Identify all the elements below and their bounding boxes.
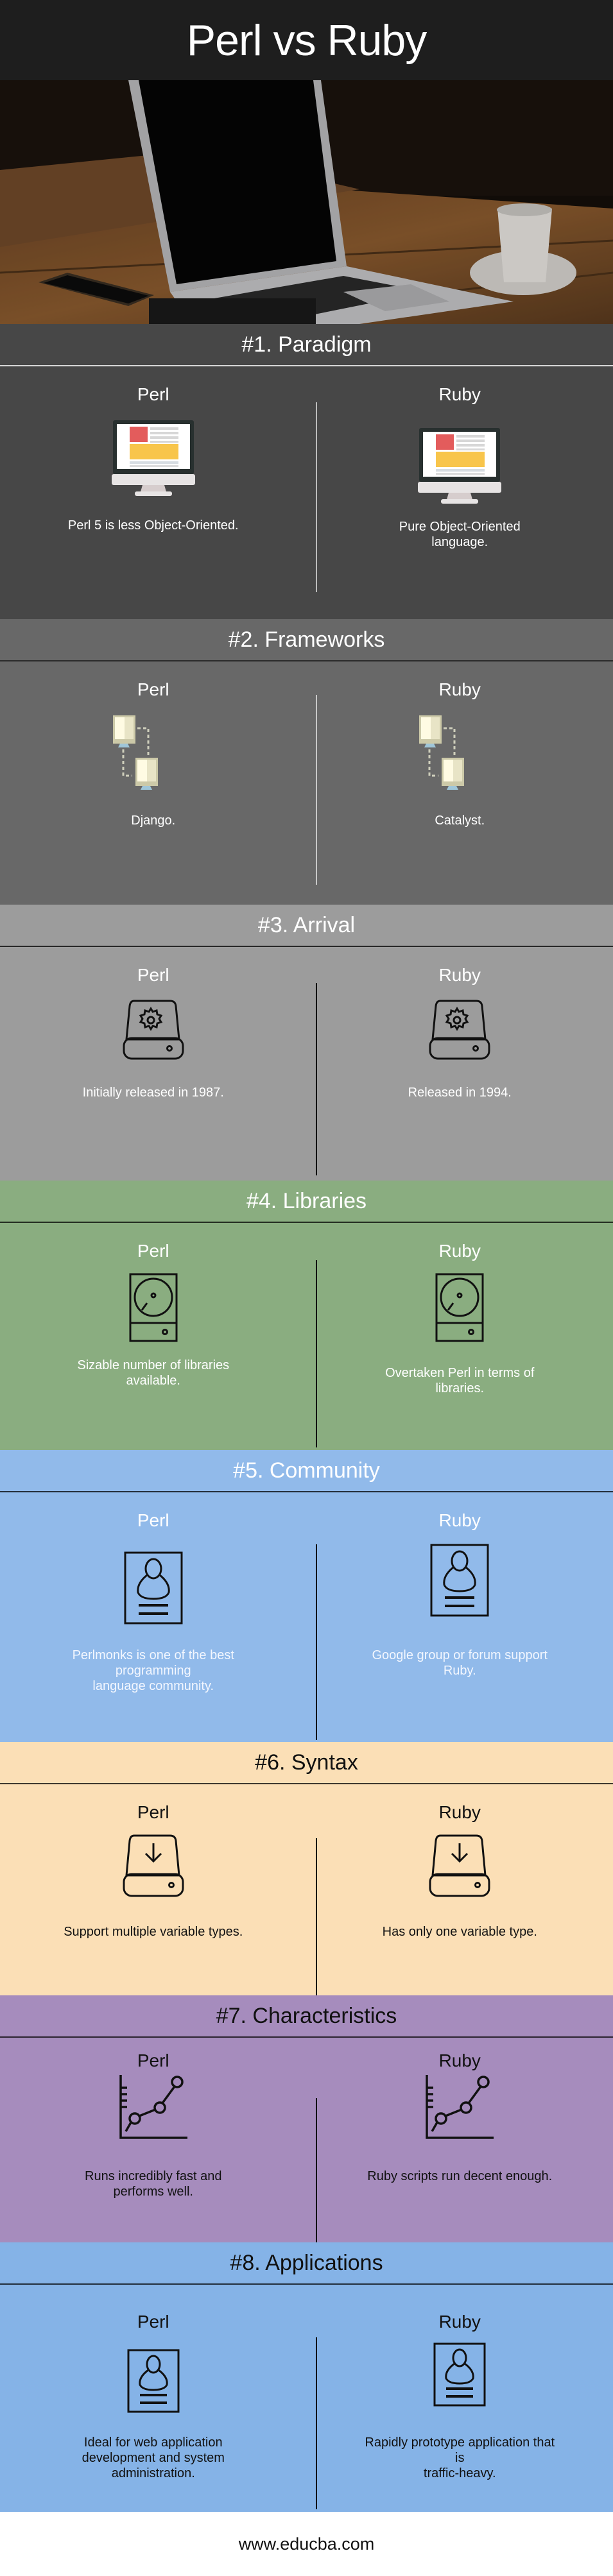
ruby-description: Has only one variable type. [357,1924,563,1940]
hard-disk-icon [434,1273,485,1343]
section-community: #5. Community Perl Perlmonks is one of t… [0,1450,613,1742]
section-title: #8. Applications [0,2242,613,2285]
perl-column: Perl Support multiple variable types. [0,1784,307,1940]
perl-column: Perl Runs incredibly fast and performs w… [0,2038,307,2199]
hero-image [0,80,613,324]
column-label: Ruby [439,679,481,700]
section-frameworks: #2. Frameworks Perl [0,619,613,905]
column-label: Perl [137,1241,169,1261]
perl-column: Perl Initially released in 1987. [0,947,307,1100]
user-profile-card-icon [430,1544,489,1617]
ruby-description: Released in 1994. [383,1085,537,1100]
laptop-photo-illustration [0,80,613,324]
column-label: Perl [137,1802,169,1823]
user-profile-card-icon [433,2342,486,2407]
column-label: Perl [137,965,169,985]
perl-description: Support multiple variable types. [38,1924,268,1940]
ruby-description: Catalyst. [409,813,510,828]
ruby-description: Google group or forum support Ruby. [347,1648,574,1678]
column-label: Ruby [439,1510,481,1531]
perl-description: Sizable number of libraries available. [51,1358,255,1388]
perl-description: Runs incredibly fast and performs well. [59,2169,247,2199]
desktop-monitor-icon [112,419,195,496]
ruby-column: Ruby Overtaken Perl in terms of librarie… [307,1223,613,1396]
ruby-column: Ruby Pure Object-Or [307,366,613,550]
column-label: Ruby [439,965,481,985]
drive-download-icon [427,1834,492,1898]
network-computers-icon [112,714,195,791]
column-label: Perl [137,2312,169,2332]
section-arrival: #3. Arrival Perl Initially released in 1… [0,905,613,1181]
network-computers-icon [418,714,501,791]
ruby-column: Ruby Has only one variable type. [307,1784,613,1940]
column-label: Ruby [439,384,481,405]
page-header: Perl vs Ruby [0,0,613,80]
perl-column: Perl Sizable number of libraries availab… [0,1223,307,1396]
section-title: #6. Syntax [0,1742,613,1784]
ruby-description: Overtaken Perl in terms of libraries. [359,1365,560,1396]
ruby-description: Pure Object-Oriented language. [374,519,546,550]
perl-column: Perl Ideal for web application developme… [0,2285,307,2481]
ruby-description: Rapidly prototype application that is tr… [339,2435,580,2481]
ruby-column: Ruby Released in 1994. [307,947,613,1100]
drive-download-icon [121,1834,186,1898]
footer: www.educba.com [0,2512,613,2576]
user-profile-card-icon [127,2349,180,2413]
section-title: #1. Paradigm [0,324,613,366]
perl-description: Initially released in 1987. [57,1085,250,1100]
section-title: #4. Libraries [0,1181,613,1223]
section-title: #7. Characteristics [0,1995,613,2038]
ruby-column: Ruby Rapidly prototype application that … [307,2285,613,2481]
column-label: Ruby [439,1802,481,1823]
footer-url[interactable]: www.educba.com [239,2534,375,2554]
ruby-description: Ruby scripts run decent enough. [341,2169,578,2184]
line-chart-icon [118,2074,189,2140]
column-label: Perl [137,2051,169,2071]
line-chart-icon [424,2074,495,2140]
section-title: #2. Frameworks [0,619,613,661]
section-syntax: #6. Syntax Perl Support multiple variabl… [0,1742,613,1995]
drive-gear-icon [121,1000,186,1061]
column-label: Perl [137,1510,169,1531]
desktop-monitor-icon [418,427,501,504]
perl-column: Perl Perlmonks is one of the best progra… [0,1492,307,1694]
drive-gear-icon [427,1000,492,1061]
hard-disk-icon [128,1273,179,1343]
column-label: Ruby [439,1241,481,1261]
section-paradigm: #1. Paradigm Perl [0,324,613,619]
section-title: #5. Community [0,1450,613,1492]
user-profile-card-icon [124,1551,183,1625]
column-label: Perl [137,679,169,700]
section-applications: #8. Applications Perl Ideal for web appl… [0,2242,613,2512]
section-libraries: #4. Libraries Perl Sizable number of lib… [0,1181,613,1450]
ruby-column: Ruby Google group or forum support Ruby. [307,1492,613,1694]
section-characteristics: #7. Characteristics Perl [0,1995,613,2242]
column-label: Perl [137,384,169,405]
perl-description: Perl 5 is less Object-Oriented. [42,518,264,533]
ruby-column: Ruby Catalyst. [307,661,613,828]
section-title: #3. Arrival [0,905,613,947]
perl-description: Ideal for web application development an… [56,2435,250,2481]
perl-column: Perl Perl 5 is less [0,366,307,550]
page-title: Perl vs Ruby [187,15,426,65]
column-label: Ruby [439,2051,481,2071]
perl-column: Perl Django. [0,661,307,828]
perl-description: Django. [105,813,201,828]
column-label: Ruby [439,2312,481,2332]
perl-description: Perlmonks is one of the best programming… [47,1648,260,1694]
ruby-column: Ruby Ruby scripts run decent enough. [307,2038,613,2199]
